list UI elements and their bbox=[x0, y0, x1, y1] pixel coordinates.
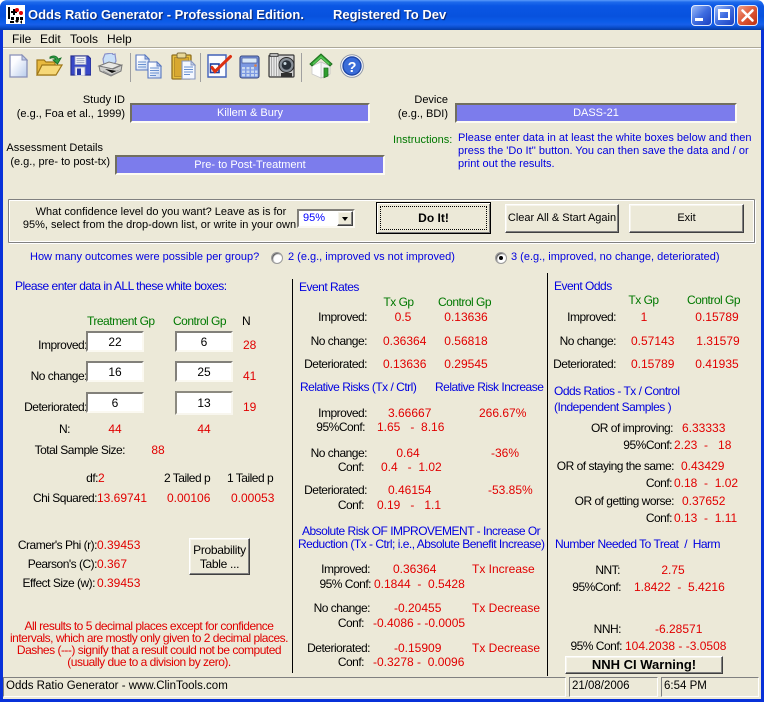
svg-text:?: ? bbox=[348, 60, 357, 76]
